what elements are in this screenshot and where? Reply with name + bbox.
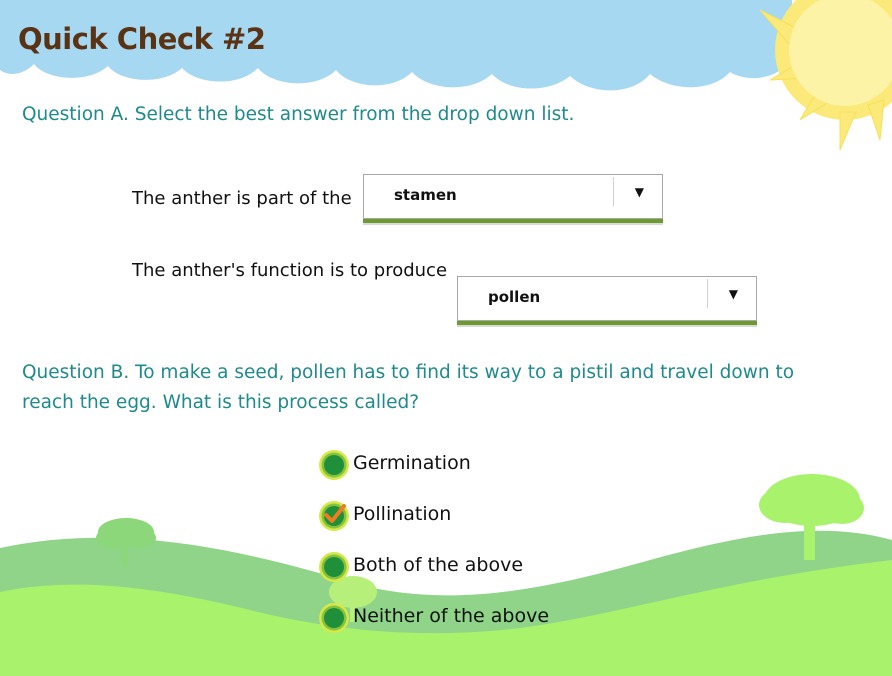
sunflower-radio-icon[interactable] [318,500,350,532]
question-b-prompt: Question B. To make a seed, pollen has t… [22,362,795,413]
option-label: Both of the above [353,554,524,576]
sun-illustration [759,0,892,151]
dropdown-divider [707,279,708,308]
statement-anther-function: The anther's function is to produce [132,260,448,281]
dropdown-selected-value: stamen [394,186,457,204]
dropdown-selected-value: pollen [488,288,541,306]
sunflower-radio-icon[interactable] [318,449,350,481]
triangle-down-icon[interactable]: ▼ [635,185,644,199]
dropdown-anther-function[interactable]: pollen ▼ [457,276,757,321]
dropdown-anther-part[interactable]: stamen ▼ [363,174,663,219]
dropdown-divider [613,177,614,206]
option-label: Germination [353,452,471,474]
sunflower-radio-icon[interactable] [318,602,350,634]
sunflower-radio-icon[interactable] [318,551,350,583]
option-label: Pollination [353,503,452,525]
page-title: Quick Check #2 [18,22,266,56]
statement-anther-part: The anther is part of the [132,188,352,209]
triangle-down-icon[interactable]: ▼ [729,287,738,301]
option-label: Neither of the above [353,605,550,627]
question-a-prompt: Question A. Select the best answer from … [22,104,575,125]
